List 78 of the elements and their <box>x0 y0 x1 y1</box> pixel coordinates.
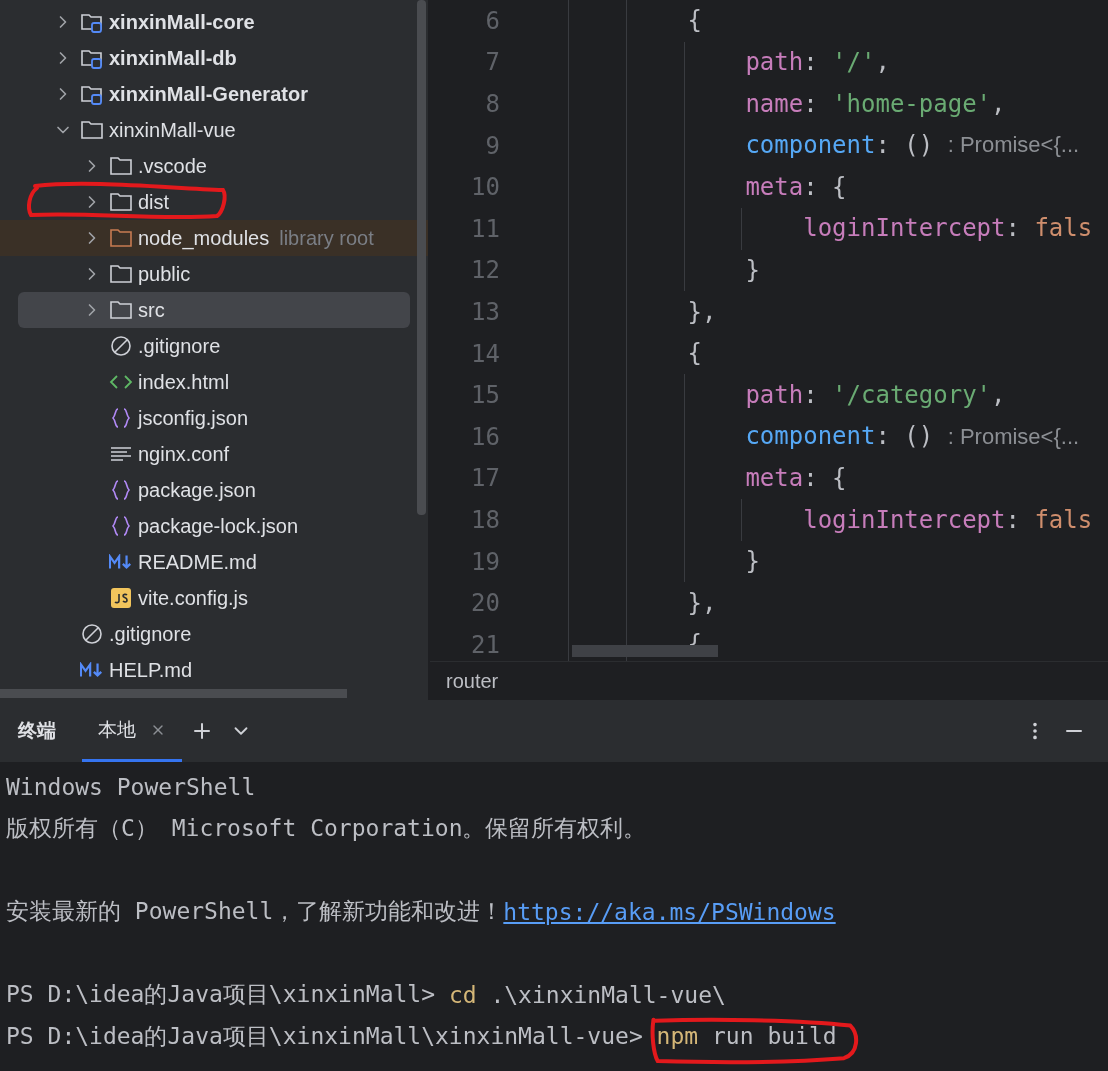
prohibited-icon <box>80 622 104 646</box>
tree-item[interactable]: README.md <box>0 544 428 580</box>
js-file-icon <box>109 586 133 610</box>
code-line: loginIntercept: fals <box>566 499 1093 541</box>
folder-icon <box>109 154 133 178</box>
terminal-text: Windows PowerShell <box>6 773 256 800</box>
scrollbar[interactable] <box>0 689 347 698</box>
tree-item[interactable]: public <box>0 256 428 292</box>
terminal-link[interactable]: https://aka.ms/PSWindows <box>503 898 836 925</box>
braces-icon <box>109 514 133 538</box>
code-line: } <box>566 540 760 583</box>
panel-title: 终端 <box>18 719 56 743</box>
folder-icon <box>109 262 133 286</box>
prohibited-icon <box>109 334 133 358</box>
terminal-text: run build <box>711 1023 837 1050</box>
terminal-text: .\xinxinMall-vue\ <box>489 981 726 1008</box>
line-number: 13 <box>470 297 500 326</box>
code-line: { <box>566 0 703 42</box>
tree-item[interactable]: jsconfig.json <box>0 400 428 436</box>
tree-item[interactable]: HELP.md <box>0 652 428 688</box>
terminal-command: npm <box>656 1023 699 1050</box>
line-number: 10 <box>470 173 500 202</box>
tree-item[interactable]: .gitignore <box>0 328 428 364</box>
tree-item[interactable]: xinxinMall-db <box>0 40 428 76</box>
line-number: 7 <box>484 48 500 77</box>
line-number: 11 <box>470 214 500 243</box>
line-number: 6 <box>484 6 500 35</box>
tree-item[interactable]: .gitignore <box>0 616 428 652</box>
code-line: { <box>566 332 703 375</box>
folder-icon <box>109 226 133 250</box>
code-line: }, <box>566 582 717 624</box>
line-number: 20 <box>470 589 500 618</box>
code-line: component: () : Promise<{... <box>566 124 1080 167</box>
line-number: 9 <box>484 131 500 160</box>
braces-icon <box>109 406 133 430</box>
tree-item[interactable]: package.json <box>0 472 428 508</box>
tree-item[interactable]: src <box>18 292 410 328</box>
breadcrumb[interactable]: router <box>446 669 499 693</box>
code-line: path: '/category', <box>566 374 1006 416</box>
terminal-text: 版权所有（C） Microsoft Corporation。保留所有权利。 <box>6 813 647 843</box>
tree-item[interactable]: dist <box>0 184 428 220</box>
line-number: 18 <box>470 505 500 534</box>
folder-icon <box>109 190 133 214</box>
code-line: loginIntercept: fals <box>566 207 1093 250</box>
tree-item-hint: library root <box>279 226 374 250</box>
tree-item[interactable]: xinxinMall-core <box>0 4 428 40</box>
braces-icon <box>109 478 133 502</box>
code-line: } <box>566 249 760 292</box>
tree-item[interactable]: node_modules library root <box>0 220 428 256</box>
code-line: component: () : Promise<{... <box>566 415 1080 458</box>
code-line: name: 'home-page', <box>566 83 1006 125</box>
tree-item[interactable]: nginx.conf <box>0 436 428 472</box>
line-number: 15 <box>470 381 500 410</box>
terminal-text: PS D:\idea的Java项目\xinxinMall> <box>6 980 437 1010</box>
code-line: meta: { <box>566 166 847 208</box>
line-number: 19 <box>470 547 500 576</box>
code-line: meta: { <box>566 457 847 500</box>
code-line: path: '/', <box>566 41 890 84</box>
scrollbar[interactable] <box>417 0 426 515</box>
code-line: }, <box>566 291 717 333</box>
terminal-text: PS D:\idea的Java项目\xinxinMall\xinxinMall-vue> <box>6 1021 644 1051</box>
folder-icon <box>80 118 104 142</box>
tree-item[interactable]: .vscode <box>0 148 428 184</box>
tree-item[interactable]: index.html <box>0 364 428 400</box>
terminal-text: 安装最新的 PowerShell，了解新功能和改进！ <box>6 897 504 927</box>
line-number: 17 <box>470 464 500 493</box>
folder-icon <box>109 298 133 322</box>
line-number: 12 <box>470 256 500 285</box>
tree-item[interactable]: vite.config.js <box>0 580 428 616</box>
line-number: 14 <box>470 339 500 368</box>
line-number: 16 <box>470 422 500 451</box>
terminal-command: cd <box>448 981 477 1008</box>
scrollbar[interactable] <box>572 645 718 657</box>
line-number: 8 <box>484 90 500 118</box>
tree-item[interactable]: xinxinMall-vue <box>0 112 428 148</box>
tree-item[interactable]: xinxinMall-Generator <box>0 76 428 112</box>
line-number: 21 <box>470 630 500 659</box>
tree-item[interactable]: package-lock.json <box>0 508 428 544</box>
